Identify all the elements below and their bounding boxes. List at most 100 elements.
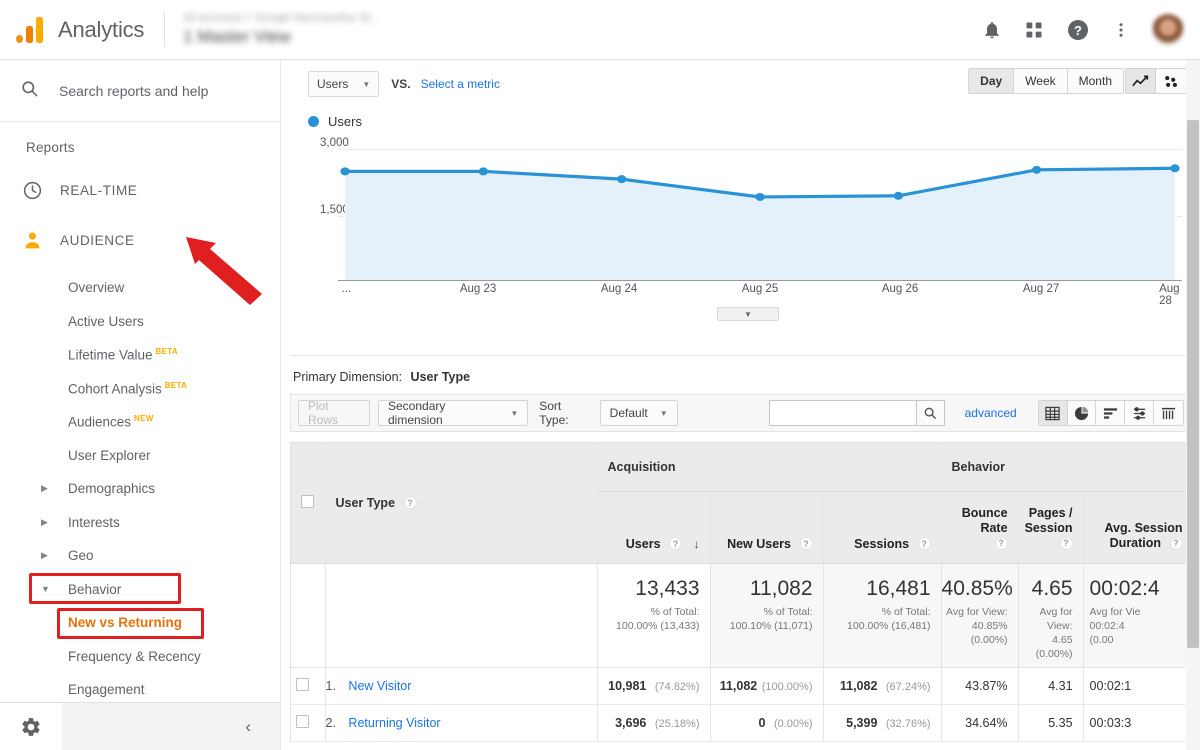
table-row[interactable]: 1. New Visitor 10,981 (74.82%) 11,082 (1… [291, 667, 1194, 705]
help-icon[interactable]: ? [403, 496, 417, 510]
scatter-chart-icon[interactable] [1156, 69, 1186, 93]
table-row[interactable]: 2. Returning Visitor 3,696 (25.18%) 0 (0… [291, 704, 1194, 742]
advanced-link[interactable]: advanced [965, 406, 1017, 420]
help-icon[interactable]: ? [1169, 536, 1183, 550]
vertical-scrollbar-thumb[interactable] [1187, 120, 1199, 648]
table-view-icon[interactable] [1038, 401, 1068, 425]
row-sessions: 5,399 (32.76%) [823, 704, 942, 742]
chevron-down-icon: ▼ [659, 408, 668, 418]
apps-grid-icon[interactable] [1024, 20, 1044, 40]
sidebar-item-real-time[interactable]: REAL-TIME [0, 165, 280, 215]
column-header-sessions[interactable]: Sessions ? [823, 491, 942, 564]
pivot-view-icon[interactable] [1154, 401, 1184, 425]
secondary-dimension-button[interactable]: Secondary dimension ▼ [378, 399, 529, 427]
collapse-chart-handle[interactable]: ▼ [717, 307, 779, 321]
search-icon[interactable] [915, 401, 944, 425]
person-icon [22, 230, 52, 251]
reports-section-label: Reports [26, 140, 75, 155]
beta-badge: BETA [155, 347, 178, 356]
sidebar-item-frequency-recency[interactable]: Frequency & Recency [0, 640, 280, 674]
sidebar-item-label: AUDIENCE [60, 232, 135, 248]
sidebar-item-user-explorer[interactable]: User Explorer [0, 439, 280, 473]
performance-view-icon[interactable] [1125, 401, 1155, 425]
sidebar: Reports REAL-TIME AUDIENCE Overview Acti… [0, 60, 281, 750]
sidebar-item-interests[interactable]: ▶ Interests [0, 506, 280, 540]
sort-type-select[interactable]: Default ▼ [599, 400, 678, 426]
x-tick-6: Aug 28 [1159, 283, 1180, 307]
plot-rows-button[interactable]: Plot Rows [298, 399, 370, 427]
row-name-link[interactable]: Returning Visitor [348, 716, 440, 730]
sidebar-item-label: Overview [68, 280, 125, 296]
sidebar-item-label: REAL-TIME [60, 182, 138, 198]
select-all-cell [291, 443, 326, 564]
sidebar-item-lifetime-value[interactable]: Lifetime Value BETA [0, 338, 280, 372]
sidebar-item-audiences[interactable]: Audiences NEW [0, 405, 280, 439]
metric-select[interactable]: Users ▼ [308, 71, 380, 97]
more-vert-icon[interactable] [1112, 20, 1130, 40]
sidebar-item-new-vs-returning[interactable]: New vs Returning [0, 606, 280, 640]
help-icon[interactable]: ? [799, 537, 813, 550]
chart-legend: Users [290, 100, 1192, 129]
granularity-day[interactable]: Day [969, 69, 1015, 93]
search-icon [20, 79, 39, 103]
granularity-week[interactable]: Week [1014, 69, 1068, 93]
x-tick-2: Aug 24 [600, 283, 638, 295]
help-icon[interactable]: ? [994, 536, 1008, 550]
column-header-bounce-rate[interactable]: Bounce Rate ? [941, 491, 1019, 564]
summary-value: 13,433 [635, 576, 700, 600]
help-icon[interactable]: ? [1059, 536, 1073, 550]
granularity-month[interactable]: Month [1067, 69, 1123, 93]
sort-type-label: Sort Type: [539, 399, 569, 427]
x-axis-line [338, 280, 1182, 281]
account-selector[interactable]: All accounts > Google Merchandise St... … [183, 11, 379, 48]
sidebar-footer: ‹ [0, 702, 280, 750]
cell-percent: (32.76%) [885, 717, 931, 730]
column-header-avg-session-duration[interactable]: Avg. Session Duration ? [1083, 491, 1194, 564]
summary-value: 40.85% [941, 576, 1013, 600]
sidebar-item-demographics[interactable]: ▶ Demographics [0, 472, 280, 506]
avatar[interactable] [1152, 13, 1184, 46]
select-metric-link[interactable]: Select a metric [421, 77, 500, 91]
logo-area[interactable]: Analytics [0, 16, 144, 43]
bell-icon[interactable] [982, 20, 1002, 40]
beta-badge: BETA [164, 380, 188, 390]
sidebar-item-cohort-analysis[interactable]: Cohort Analysis BETA [0, 372, 280, 406]
sidebar-item-overview[interactable]: Overview [0, 271, 280, 305]
summary-new-users: 11,082 % of Total: 100.10% (11,071) [710, 563, 824, 668]
sidebar-item-behavior[interactable]: ▼ Behavior [0, 573, 280, 607]
column-header-users[interactable]: Users ? ↓ [597, 491, 711, 564]
vertical-scrollbar[interactable] [1186, 60, 1200, 750]
sidebar-item-geo[interactable]: ▶ Geo [0, 539, 280, 573]
analytics-app: Analytics All accounts > Google Merchand… [0, 0, 1200, 750]
account-breadcrumb: All accounts > Google Merchandise St... [183, 12, 380, 24]
help-icon[interactable]: ? [669, 537, 683, 550]
row-name-link[interactable]: New Visitor [348, 679, 411, 693]
sidebar-search[interactable] [0, 60, 280, 122]
cell-percent: (67.24%) [885, 680, 931, 693]
row-checkbox[interactable] [296, 677, 310, 691]
line-chart-icon[interactable] [1126, 69, 1156, 93]
bar-view-icon[interactable] [1096, 401, 1126, 425]
sort-type-value: Default [609, 406, 648, 420]
sidebar-item-active-users[interactable]: Active Users [0, 305, 280, 339]
sidebar-item-label: Behavior [68, 581, 122, 597]
select-all-checkbox[interactable] [301, 494, 314, 508]
x-tick-3: Aug 25 [741, 283, 779, 295]
row-avg-duration: 00:03:3 [1083, 704, 1194, 742]
sidebar-item-audience[interactable]: AUDIENCE [0, 215, 280, 265]
view-type-toggle [1037, 400, 1185, 426]
row-checkbox[interactable] [296, 714, 310, 728]
dimension-header: User Type ? [325, 443, 598, 564]
help-icon[interactable]: ? [1066, 18, 1090, 42]
table-search-input[interactable] [769, 401, 916, 425]
search-input[interactable] [59, 82, 239, 99]
help-icon[interactable]: ? [917, 537, 931, 550]
column-header-pages-session[interactable]: Pages / Session ? [1018, 491, 1084, 564]
column-header-new-users[interactable]: New Users ? [710, 491, 824, 564]
chevron-left-icon[interactable]: ‹ [62, 703, 280, 750]
pie-view-icon[interactable] [1067, 401, 1097, 425]
primary-dimension-value[interactable]: User Type [411, 370, 471, 384]
gear-icon[interactable] [0, 702, 62, 750]
sidebar-item-label: Interests [68, 514, 120, 530]
x-axis-labels: ... Aug 23 Aug 24 Aug 25 Aug 26 Aug 27 A… [338, 283, 1182, 307]
